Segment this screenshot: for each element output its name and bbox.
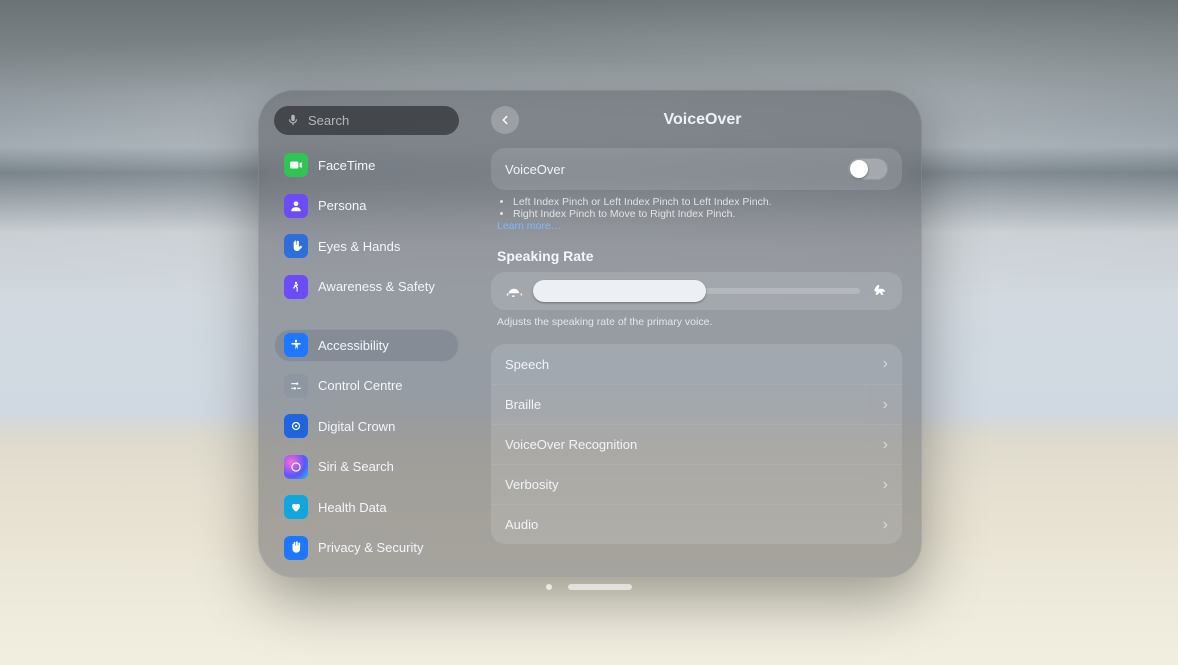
- search-input[interactable]: [308, 113, 484, 128]
- detail-header: VoiceOver: [491, 102, 902, 138]
- page-indicator[interactable]: [546, 584, 632, 590]
- chevron-right-icon: ›: [883, 436, 888, 454]
- sidebar-item-label: Eyes & Hands: [318, 239, 400, 254]
- sliders-icon: [284, 374, 308, 398]
- video-icon: [284, 153, 308, 177]
- voiceover-toggle-card: VoiceOver: [491, 148, 902, 190]
- sidebar-item-label: Control Centre: [318, 378, 403, 393]
- speaking-rate-caption: Adjusts the speaking rate of the primary…: [497, 316, 896, 328]
- sidebar-item-health-data[interactable]: Health Data: [274, 491, 459, 523]
- chevron-right-icon: ›: [883, 355, 888, 373]
- row-verbosity[interactable]: Verbosity ›: [491, 464, 902, 504]
- sidebar-item-digital-crown[interactable]: Digital Crown: [274, 410, 459, 442]
- row-label: Speech: [505, 357, 549, 372]
- page-dot[interactable]: [546, 584, 552, 590]
- sidebar-item-privacy-security[interactable]: Privacy & Security: [274, 532, 459, 564]
- sidebar-item-accessibility[interactable]: Accessibility: [274, 329, 459, 361]
- row-voiceover-recognition[interactable]: VoiceOver Recognition ›: [491, 424, 902, 464]
- page-pill[interactable]: [568, 584, 632, 590]
- siri-icon: [284, 455, 308, 479]
- turtle-icon: [505, 282, 523, 300]
- sidebar-item-label: Digital Crown: [318, 419, 395, 434]
- sidebar-item-label: Siri & Search: [318, 459, 394, 474]
- row-label: Verbosity: [505, 477, 558, 492]
- row-label: VoiceOver Recognition: [505, 437, 637, 452]
- hand-raised-icon: [284, 536, 308, 560]
- crown-dial-icon: [284, 414, 308, 438]
- sidebar-item-label: Accessibility: [318, 338, 389, 353]
- voiceover-subsettings: Speech › Braille › VoiceOver Recognition…: [491, 344, 902, 544]
- speaking-rate-card: [491, 272, 902, 310]
- search-field[interactable]: [274, 106, 459, 135]
- chevron-right-icon: ›: [883, 396, 888, 414]
- learn-more-link[interactable]: Learn more…: [497, 220, 561, 232]
- voiceover-toggle-label: VoiceOver: [505, 162, 565, 177]
- toggle-knob: [850, 160, 868, 178]
- mic-icon: [286, 113, 300, 127]
- page-title: VoiceOver: [531, 111, 874, 129]
- rabbit-icon: [870, 282, 888, 300]
- settings-window: FaceTime Persona Eyes & Hands Awareness …: [258, 90, 922, 578]
- slider-fill: [533, 280, 706, 302]
- detail-pane: VoiceOver VoiceOver Left Index Pinch or …: [473, 90, 922, 578]
- sidebar: FaceTime Persona Eyes & Hands Awareness …: [258, 90, 473, 578]
- sidebar-gap: [268, 309, 465, 323]
- sidebar-item-label: Privacy & Security: [318, 540, 423, 555]
- sidebar-item-label: Health Data: [318, 500, 387, 515]
- sidebar-item-awareness-safety[interactable]: Awareness & Safety: [274, 270, 459, 302]
- chevron-left-icon: [498, 113, 512, 127]
- help-bullet: Left Index Pinch or Left Index Pinch to …: [513, 196, 898, 208]
- voiceover-toggle-row: VoiceOver: [491, 148, 902, 190]
- chevron-right-icon: ›: [883, 516, 888, 534]
- sidebar-item-eyes-hands[interactable]: Eyes & Hands: [274, 230, 459, 262]
- speaking-rate-title: Speaking Rate: [497, 248, 896, 264]
- row-label: Audio: [505, 517, 538, 532]
- heart-doc-icon: [284, 495, 308, 519]
- hand-tap-icon: [284, 234, 308, 258]
- sidebar-item-facetime[interactable]: FaceTime: [274, 149, 459, 181]
- voiceover-toggle[interactable]: [848, 158, 888, 180]
- sidebar-item-siri-search[interactable]: Siri & Search: [274, 451, 459, 483]
- voiceover-help-text: Left Index Pinch or Left Index Pinch to …: [497, 196, 898, 232]
- sidebar-item-persona[interactable]: Persona: [274, 189, 459, 221]
- sidebar-item-control-centre[interactable]: Control Centre: [274, 370, 459, 402]
- sidebar-item-label: Awareness & Safety: [318, 279, 435, 294]
- wallpaper: FaceTime Persona Eyes & Hands Awareness …: [0, 0, 1178, 665]
- chevron-right-icon: ›: [883, 476, 888, 494]
- sidebar-item-label: FaceTime: [318, 158, 375, 173]
- back-button[interactable]: [491, 106, 519, 134]
- row-label: Braille: [505, 397, 541, 412]
- speaking-rate-slider[interactable]: [533, 282, 860, 300]
- row-speech[interactable]: Speech ›: [491, 344, 902, 384]
- row-braille[interactable]: Braille ›: [491, 384, 902, 424]
- accessibility-icon: [284, 333, 308, 357]
- row-audio[interactable]: Audio ›: [491, 504, 902, 544]
- person-walk-icon: [284, 275, 308, 299]
- help-bullet: Right Index Pinch to Move to Right Index…: [513, 208, 898, 220]
- sidebar-item-label: Persona: [318, 198, 366, 213]
- person-icon: [284, 194, 308, 218]
